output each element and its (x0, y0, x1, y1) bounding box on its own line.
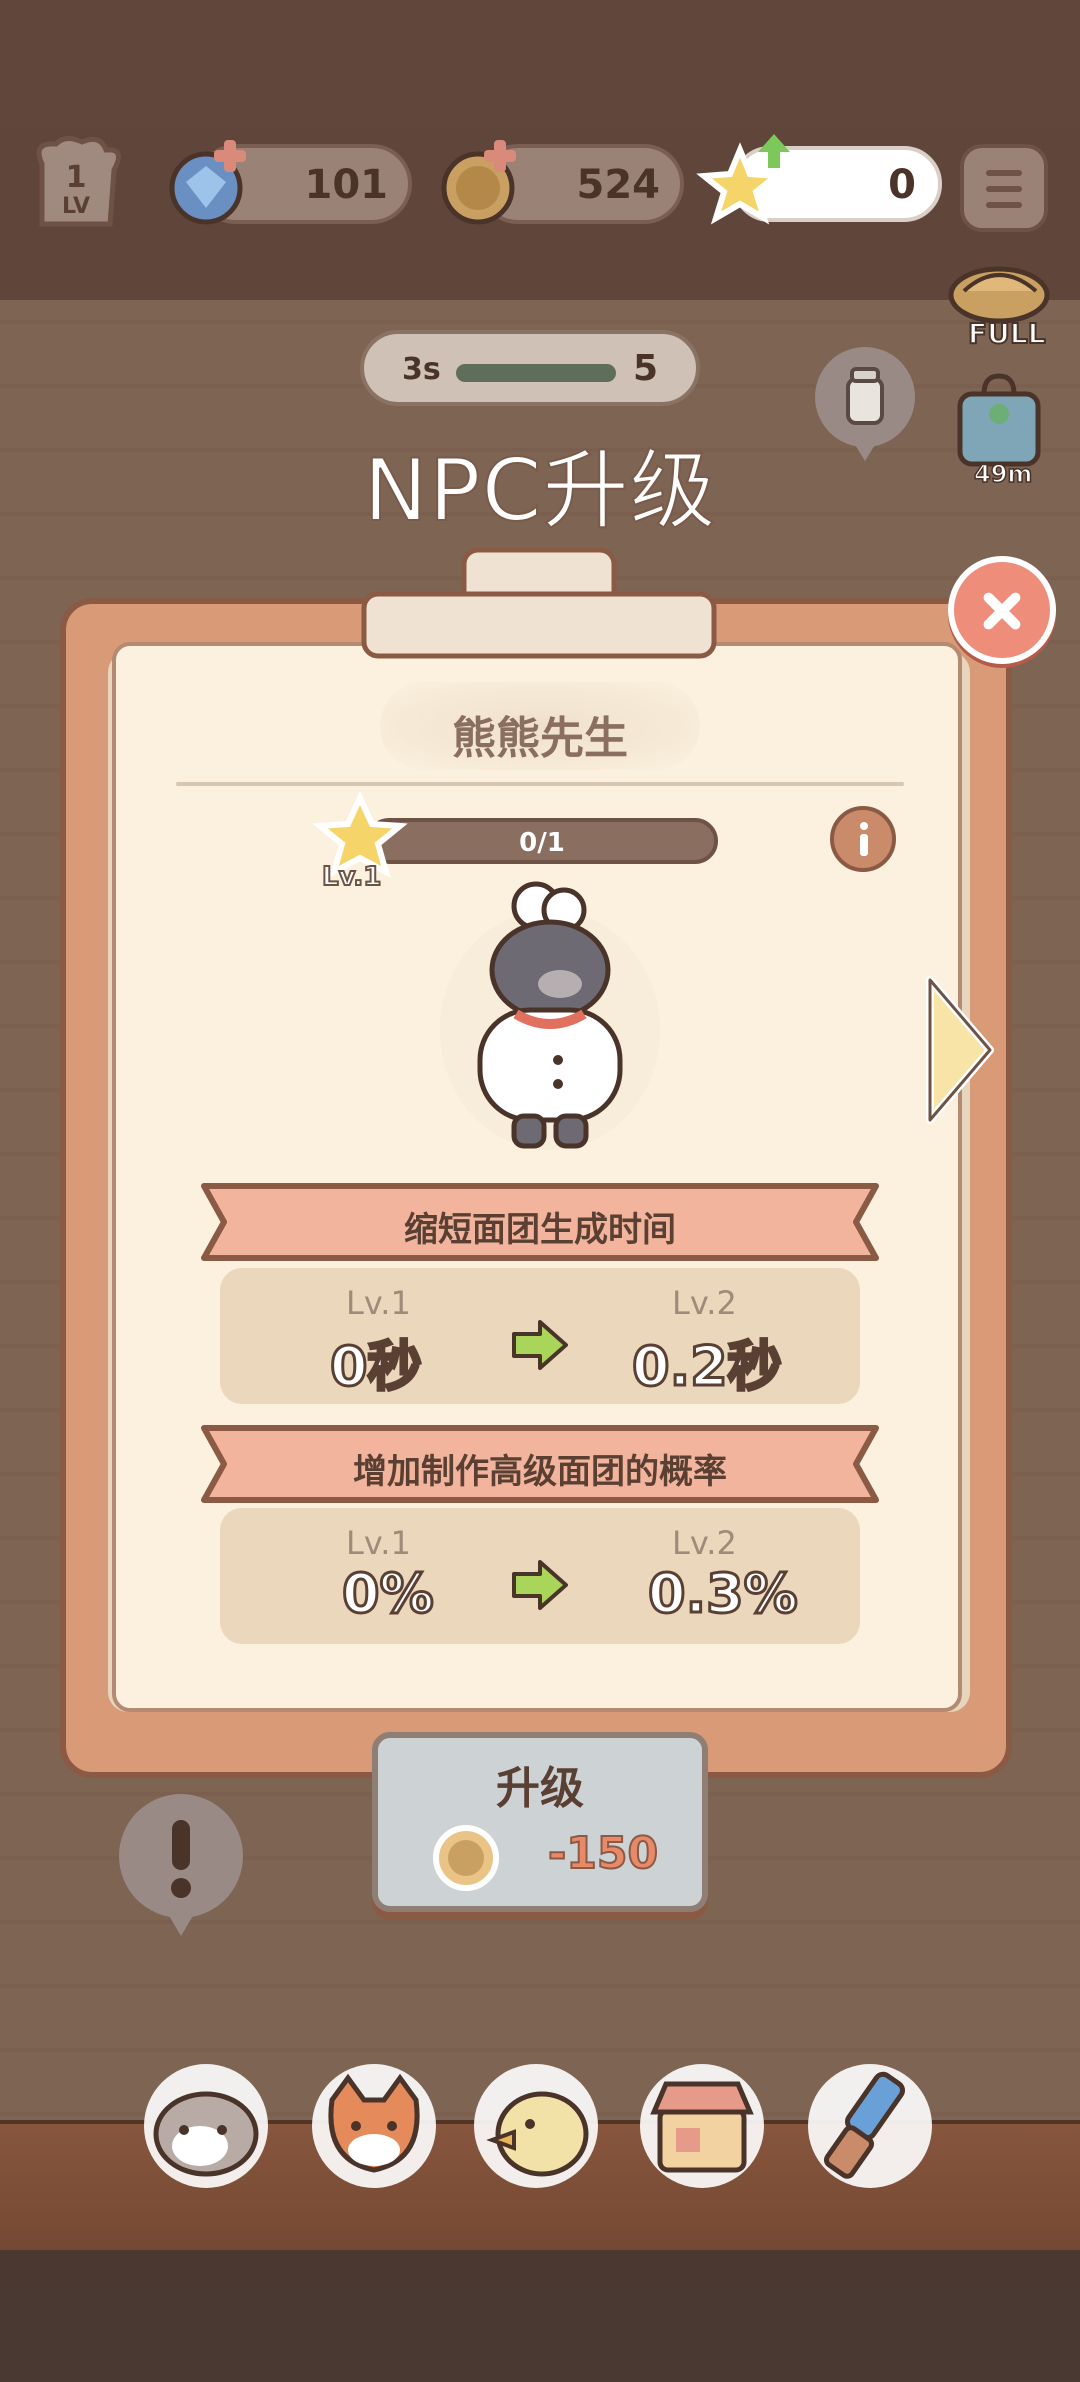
tab-raccoon[interactable] (140, 2060, 272, 2192)
timer-seconds: 3s (402, 352, 441, 387)
green-arrow-icon (512, 1320, 568, 1370)
basket-full-label: FULL (967, 316, 1047, 351)
shop-tab-icon (650, 2081, 754, 2173)
progress-text: 0/1 (519, 828, 565, 858)
coin-icon (433, 1825, 499, 1891)
dough-timer: 3s 5 (360, 330, 700, 406)
skill-1-compare: Lv.1 0秒 Lv.2 0.2秒 (220, 1268, 860, 1404)
fox-tab-icon (328, 2073, 420, 2173)
timer-count: 5 (632, 348, 658, 389)
npc-level-star: Lv.1 (308, 790, 412, 893)
skill-1-title: 缩短面团生成时间 (404, 1210, 676, 1250)
menu-button[interactable] (960, 144, 1048, 232)
tab-shop[interactable] (636, 2060, 768, 2192)
green-arrow-icon (512, 1560, 568, 1610)
star-icon (696, 134, 790, 225)
raccoon-tab-icon (153, 2091, 259, 2177)
brush-tab-icon (823, 2071, 905, 2179)
divider (176, 782, 904, 786)
page-title: NPC升级 (362, 440, 717, 542)
level-value: 1 (65, 160, 87, 195)
npc-name: 熊熊先生 (452, 713, 628, 764)
alert-icon[interactable] (112, 1790, 250, 1940)
player-level-badge[interactable]: 1 LV (22, 134, 130, 234)
right-arrow-icon[interactable] (920, 970, 1000, 1130)
bread-basket-full-widget[interactable]: FULL (944, 255, 1054, 355)
upgrade-cost: -150 (547, 1827, 659, 1880)
skill-1-from-level: Lv.1 (346, 1284, 411, 1322)
game-screen: 1 LV 101 524 0 FULL 49m 3s 5 NPC升级 熊熊先生 … (0, 0, 1080, 2382)
skill-2-compare: Lv.1 0% Lv.2 0.3% (220, 1508, 860, 1644)
coin-icon (441, 140, 516, 225)
timer-progress-bar (456, 364, 616, 382)
info-icon (860, 822, 868, 830)
close-button[interactable] (948, 556, 1056, 664)
skill-2-title: 增加制作高级面团的概率 (353, 1452, 727, 1492)
skill-2-from-level: Lv.1 (346, 1524, 411, 1562)
npc-level-progress: 0/1 (366, 818, 718, 864)
skill-1-to-value: 0.2秒 (631, 1334, 784, 1400)
skill-1-from-value: 0秒 (329, 1334, 424, 1400)
star-value: 0 (888, 162, 916, 208)
skill-2-to-value: 0.3% (647, 1561, 800, 1627)
skill-1-title-wrap: 缩短面团生成时间 (200, 1180, 880, 1264)
top-hud: 1 LV 101 524 0 (0, 130, 1080, 240)
bear-chef-npc (440, 881, 660, 1150)
tab-decorate[interactable] (804, 2060, 936, 2192)
npc-name-plate: 熊熊先生 (380, 682, 700, 770)
tab-duck[interactable] (470, 2060, 602, 2192)
tab-fox[interactable] (308, 2060, 440, 2192)
upgrade-label: 升级 (496, 1763, 584, 1814)
bread-basket-icon (948, 266, 1050, 324)
skill-1-to-level: Lv.2 (672, 1284, 737, 1322)
menu-icon (986, 170, 1022, 176)
skill-2-title-wrap: 增加制作高级面团的概率 (200, 1422, 880, 1506)
coin-value: 524 (576, 162, 661, 208)
gem-icon (169, 140, 246, 225)
info-button[interactable] (830, 806, 896, 872)
clipboard-clip (361, 547, 717, 659)
npc-level: Lv.1 (321, 861, 382, 893)
skill-2-from-value: 0% (341, 1561, 436, 1627)
duck-tab-icon (486, 2091, 589, 2177)
upgrade-button[interactable]: 升级 -150 (372, 1732, 708, 1912)
gem-value: 101 (304, 162, 389, 208)
level-label: LV (61, 194, 90, 219)
skill-2-to-level: Lv.2 (672, 1524, 737, 1562)
